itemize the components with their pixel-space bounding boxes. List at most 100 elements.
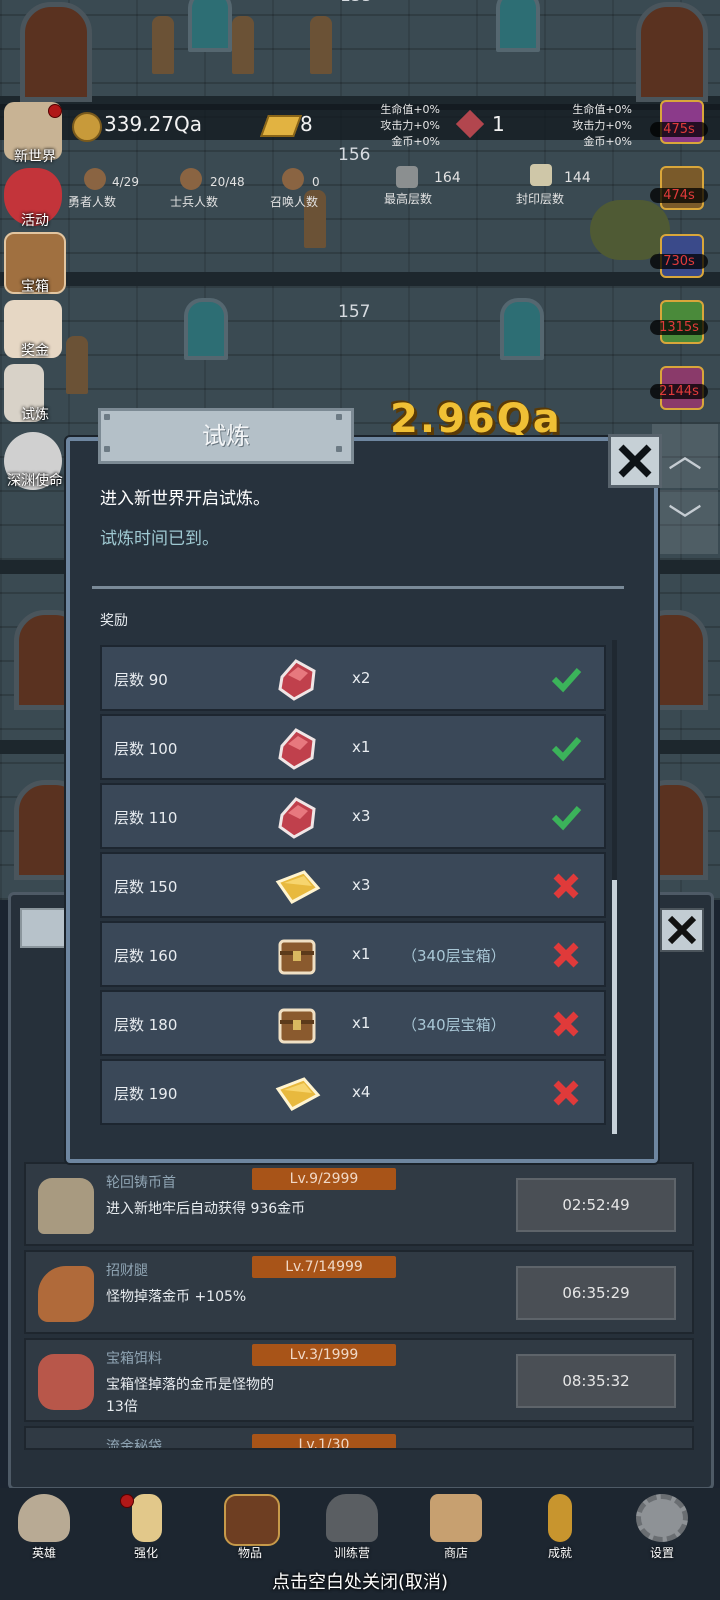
close-hint[interactable]: 点击空白处关闭(取消)	[0, 1568, 720, 1594]
nav-label: 训练营	[333, 1546, 370, 1560]
gold-bar-count: 8	[300, 112, 313, 136]
reward-row: 层数 100 x1	[100, 714, 606, 780]
reward-qty: x3	[352, 876, 371, 894]
upgrade-row: 宝箱饵料 Lv.3/1999 宝箱怪掉落的金币是怪物的 13倍 08:35:32	[24, 1338, 694, 1422]
side-menu-bonus[interactable]: 奖金	[2, 340, 68, 360]
reward-floor: 层数 190	[114, 1085, 178, 1103]
rivet	[104, 414, 110, 420]
scroll-down-button[interactable]: ﹀	[652, 490, 718, 554]
cross-icon	[553, 942, 579, 968]
seal-floor-label: 封印层数	[516, 192, 565, 206]
skull-icon	[18, 1494, 70, 1542]
close-icon[interactable]	[660, 908, 704, 952]
check-icon	[551, 806, 582, 831]
check-icon	[551, 737, 582, 762]
gear-icon	[636, 1494, 688, 1542]
chest-icon	[278, 939, 316, 975]
buff-list-right: 生命值+0% 攻击力+0% 金币+0%	[562, 102, 632, 150]
nav-settings[interactable]: 设置	[622, 1494, 702, 1566]
upgrade-timer-button[interactable]: 08:35:32	[516, 1354, 676, 1408]
dungeon-window	[500, 298, 544, 360]
scrollbar-thumb[interactable]	[612, 880, 617, 1134]
buff-atk: 攻击力+0%	[380, 119, 440, 132]
reward-row: 层数 160 x1 （340层宝箱）	[100, 921, 606, 987]
coin-count: 339.27Qa	[104, 112, 202, 136]
nav-heroes[interactable]: 英雄	[4, 1494, 84, 1566]
reward-list[interactable]: 层数 90 x2 层数 100 x1 层数 110 x3 层数 150 x3 层…	[100, 645, 610, 1133]
reward-note: （340层宝箱）	[402, 1016, 506, 1034]
gem-icon	[278, 659, 316, 701]
soldier-count-label: 士兵人数	[170, 195, 219, 209]
upgrade-timer-button[interactable]: 02:52:49	[516, 1178, 676, 1232]
max-floor-label: 最高层数	[384, 192, 433, 206]
side-menu-trial[interactable]: 试炼	[2, 404, 68, 424]
nav-items[interactable]: 物品	[210, 1494, 290, 1566]
reward-label: 奖励	[100, 613, 128, 629]
summon-count-icon	[282, 168, 304, 190]
floor-number: 156	[338, 145, 371, 165]
reward-row: 层数 110 x3	[100, 783, 606, 849]
nav-label: 设置	[649, 1546, 674, 1560]
upgrade-level: Lv.7/14999	[252, 1256, 396, 1278]
meat-icon	[38, 1354, 94, 1410]
hero-warrior	[66, 336, 88, 394]
buff-timer: 2144s	[650, 384, 708, 399]
gem-icon	[278, 728, 316, 770]
side-menu-chest[interactable]: 宝箱	[2, 276, 68, 296]
nav-achievements[interactable]: 成就	[520, 1494, 600, 1566]
dungeon-window	[184, 298, 228, 360]
cross-icon	[553, 1080, 579, 1106]
reward-qty: x1	[352, 738, 371, 756]
side-menu-abyss[interactable]: 深渊使命	[2, 470, 68, 490]
gem-icon	[278, 797, 316, 839]
upgrade-name: 轮回铸币首	[106, 1175, 176, 1191]
nav-shop[interactable]: 商店	[416, 1494, 496, 1566]
cross-icon	[553, 1011, 579, 1037]
upgrade-name: 宝箱饵料	[106, 1351, 162, 1367]
buff-timer: 1315s	[650, 320, 708, 335]
helmet-icon	[38, 1178, 94, 1234]
nav-training[interactable]: 训练营	[312, 1494, 392, 1566]
buff-timer: 730s	[650, 254, 708, 269]
damage-number: 2.96Qa	[390, 396, 562, 442]
divider	[92, 586, 624, 589]
max-floor-value: 164	[434, 170, 461, 186]
floor-divider	[0, 272, 720, 286]
dialog-status: 试炼时间已到。	[100, 529, 219, 549]
reward-floor: 层数 180	[114, 1016, 178, 1034]
reward-qty: x4	[352, 1083, 371, 1101]
upgrade-timer-button[interactable]: 06:35:29	[516, 1266, 676, 1320]
reward-note: （340层宝箱）	[402, 947, 506, 965]
dungeon-door	[20, 2, 92, 102]
upgrade-row: 轮回铸币首 Lv.9/2999 进入新地牢后自动获得 936金币 02:52:4…	[24, 1162, 694, 1246]
key-icon	[548, 1494, 572, 1542]
floor-number: 155	[340, 0, 372, 6]
close-icon[interactable]	[608, 434, 662, 488]
reward-qty: x1	[352, 1014, 371, 1032]
buff-hp: 生命值+0%	[572, 103, 632, 116]
upgrade-level: Lv.1/30	[252, 1434, 396, 1448]
cross-icon	[553, 873, 579, 899]
nav-upgrade[interactable]: 强化	[106, 1494, 186, 1566]
reward-row: 层数 190 x4	[100, 1059, 606, 1125]
buff-timer: 475s	[650, 122, 708, 137]
seal-floor-icon	[530, 164, 552, 186]
lantern-icon	[326, 1494, 378, 1542]
reward-floor: 层数 110	[114, 809, 178, 827]
side-menu-new-world[interactable]: 新世界	[2, 146, 68, 166]
nav-label: 强化	[133, 1546, 158, 1560]
side-menu-event[interactable]: 活动	[2, 210, 68, 230]
buff-atk: 攻击力+0%	[572, 119, 632, 132]
summon-count-value: 0	[312, 175, 320, 189]
ham-leg-icon	[38, 1266, 94, 1322]
skeleton-enemy	[152, 16, 174, 74]
mug-icon	[430, 1494, 482, 1542]
skeleton-enemy	[310, 16, 332, 74]
buff-hp: 生命值+0%	[380, 103, 440, 116]
seal-floor-value: 144	[564, 170, 591, 186]
gold-bar-icon	[275, 1077, 321, 1111]
upgrade-desc: 宝箱怪掉落的金币是怪物的 13倍	[106, 1377, 274, 1415]
soldier-count-icon	[180, 168, 202, 190]
soldier-count-value: 20/48	[210, 175, 245, 189]
check-icon	[551, 668, 582, 693]
